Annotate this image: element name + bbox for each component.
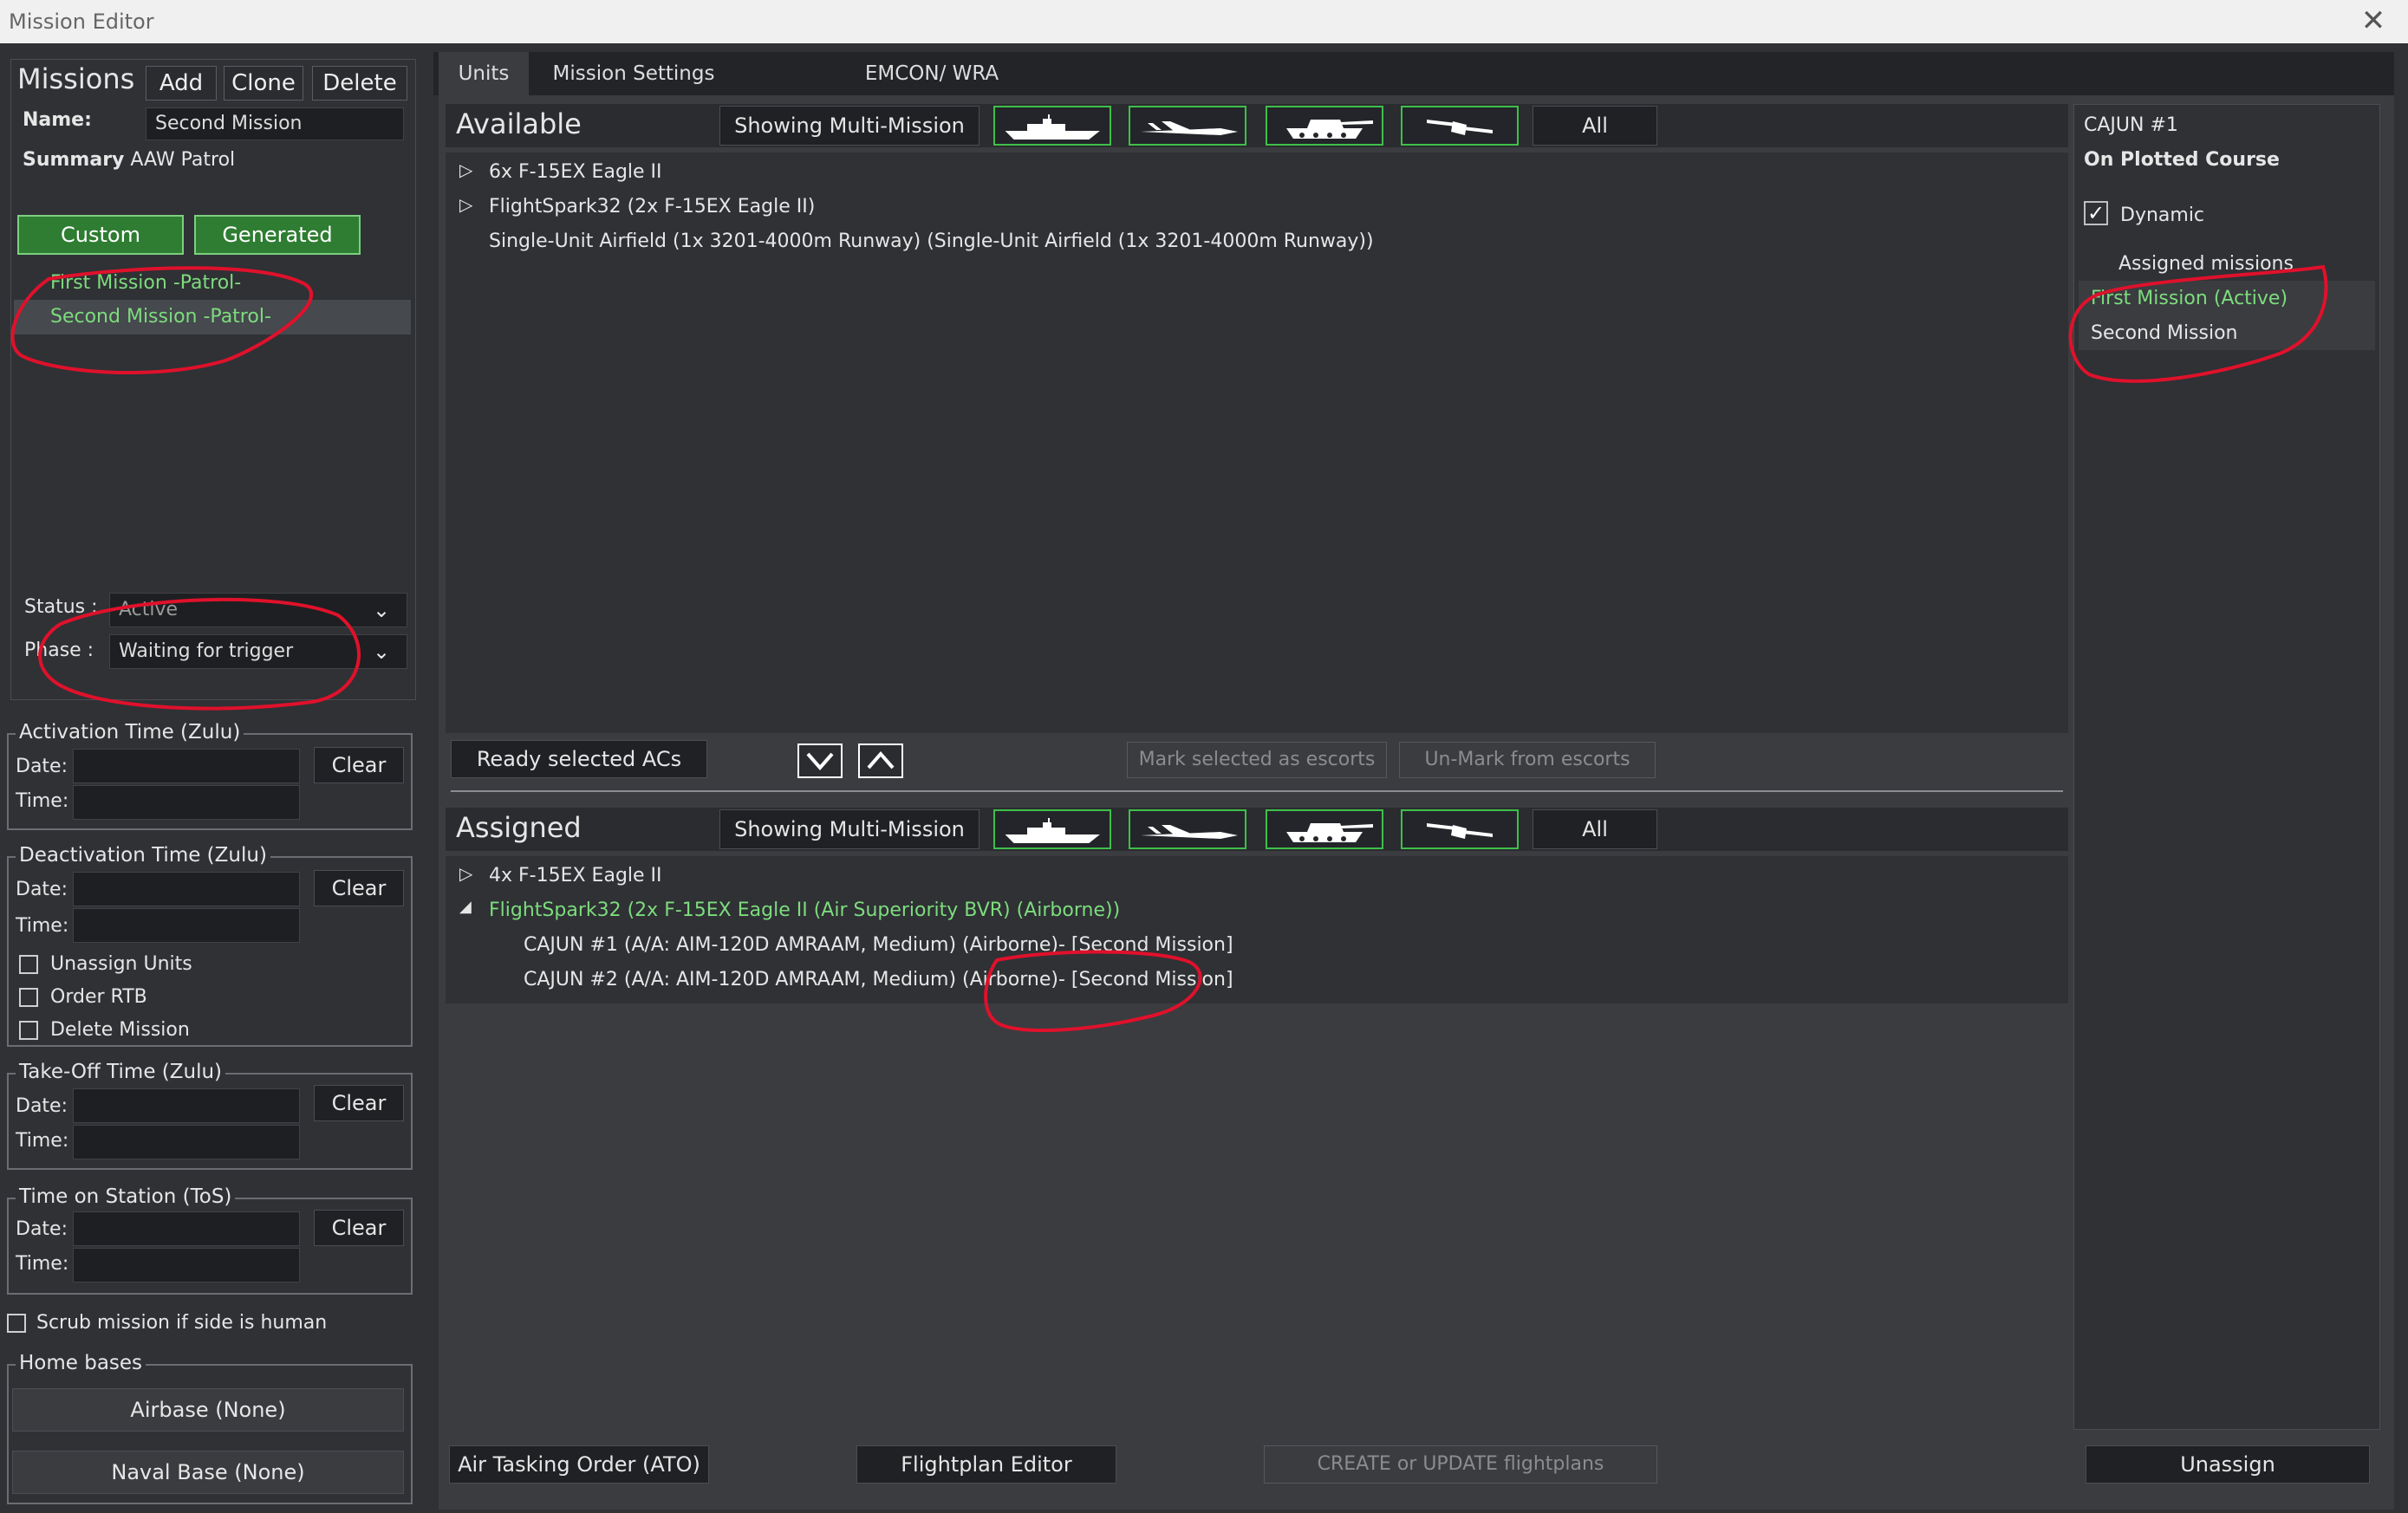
annotation-circle [38,597,361,711]
annotation-circle [2068,264,2328,383]
annotation-circle [984,950,1202,1033]
annotation-overlay [10,264,2328,1033]
annotation-circle [10,266,314,374]
